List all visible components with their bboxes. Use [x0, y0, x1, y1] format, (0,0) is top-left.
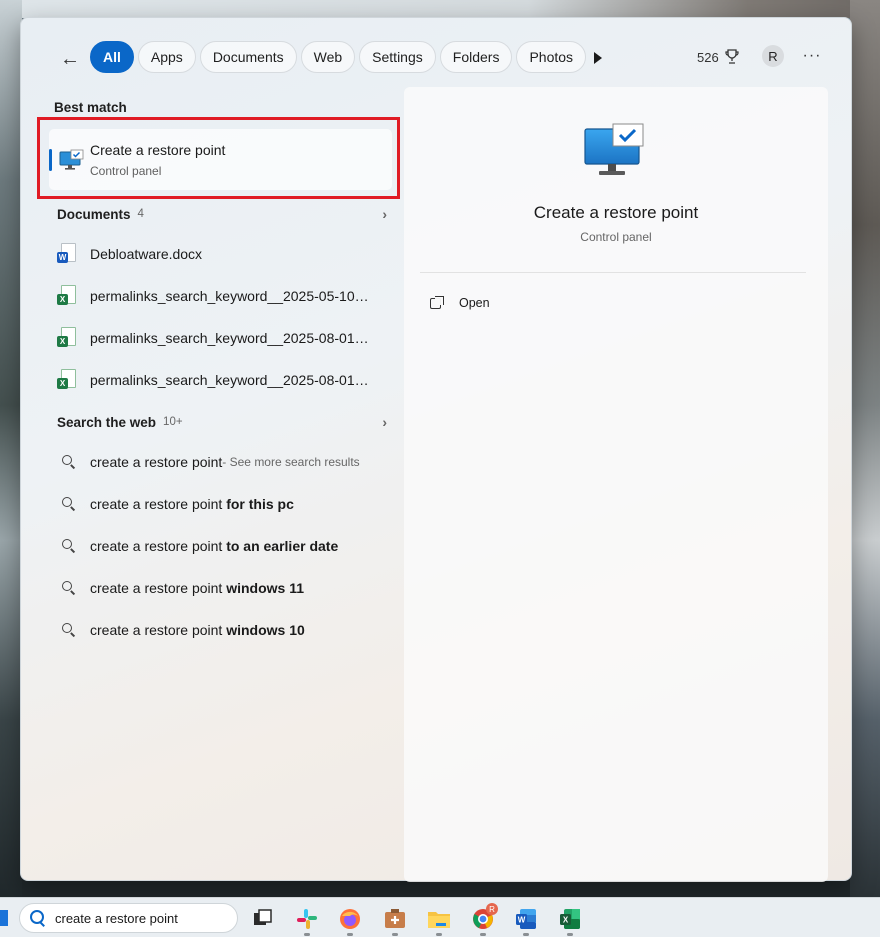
file-explorer-icon[interactable]: [427, 907, 451, 936]
desktop-wallpaper-top: [0, 0, 880, 18]
selection-accent: [49, 149, 52, 171]
restore-point-large-icon: [584, 123, 644, 175]
desktop-wallpaper-left: [0, 0, 22, 900]
excel-file-icon: X: [57, 285, 77, 307]
web-suggestion[interactable]: create a restore point for this pc: [61, 486, 391, 522]
best-match-subtitle: Control panel: [90, 164, 162, 178]
document-item[interactable]: X permalinks_search_keyword__2025-05-10_…: [57, 278, 387, 314]
suggestion-suffix: - See more search results: [222, 455, 360, 469]
chevron-right-icon: ›: [382, 414, 387, 430]
filter-tabs: All Apps Documents Web Settings Folders …: [90, 41, 587, 73]
document-name: permalinks_search_keyword__2025-05-10_2.…: [90, 288, 370, 304]
documents-count: 4: [137, 208, 144, 220]
tab-folders[interactable]: Folders: [439, 41, 513, 73]
document-name: permalinks_search_keyword__2025-08-01_2.…: [90, 330, 370, 346]
tab-documents[interactable]: Documents: [199, 41, 297, 73]
preview-subtitle: Control panel: [580, 230, 652, 244]
suggestion-completion: windows 11: [226, 580, 304, 596]
more-tabs-play-icon[interactable]: [587, 46, 609, 70]
search-web-section-header[interactable]: Search the web 10+ ›: [57, 412, 387, 432]
task-view-icon[interactable]: [250, 907, 274, 931]
best-match-item[interactable]: Create a restore point Control panel: [49, 129, 392, 190]
tab-photos[interactable]: Photos: [516, 41, 587, 73]
search-icon: [61, 580, 77, 596]
preview-pane: Create a restore point Control panel Ope…: [404, 87, 828, 882]
chrome-icon[interactable]: R: [471, 903, 498, 936]
excel-icon[interactable]: X: [558, 907, 582, 936]
search-icon: [61, 454, 77, 470]
document-item[interactable]: W Debloatware.docx: [57, 236, 387, 272]
taskbar-search-text: create a restore point: [55, 910, 178, 926]
tab-settings[interactable]: Settings: [359, 41, 436, 73]
search-web-count: 10+: [163, 416, 183, 428]
svg-text:X: X: [563, 916, 569, 925]
document-item[interactable]: X permalinks_search_keyword__2025-08-01_…: [57, 362, 387, 398]
tab-all[interactable]: All: [90, 41, 134, 73]
best-match-title: Create a restore point: [90, 142, 226, 158]
document-name: permalinks_search_keyword__2025-08-01_2.…: [90, 372, 370, 388]
suggestion-query: create a restore point: [90, 538, 223, 554]
trophy-icon: [725, 49, 739, 64]
open-action-label: Open: [459, 296, 490, 310]
more-options-icon[interactable]: ···: [801, 45, 823, 67]
chrome-profile-badge: R: [486, 903, 498, 915]
tab-apps[interactable]: Apps: [137, 41, 196, 73]
account-avatar[interactable]: R: [762, 45, 784, 67]
firefox-icon[interactable]: [338, 907, 362, 936]
tab-web[interactable]: Web: [300, 41, 356, 73]
best-match-label: Best match: [54, 100, 127, 115]
suggestion-query: create a restore point: [90, 580, 223, 596]
open-action[interactable]: Open: [430, 292, 490, 314]
svg-text:W: W: [518, 916, 526, 925]
suggestion-query: create a restore point: [90, 622, 223, 638]
rewards-points[interactable]: 526: [697, 49, 739, 65]
word-icon[interactable]: W: [514, 907, 538, 936]
document-item[interactable]: X permalinks_search_keyword__2025-08-01_…: [57, 320, 387, 356]
points-value: 526: [697, 49, 719, 65]
suggestion-query: create a restore point: [90, 454, 223, 470]
windows-start-icon[interactable]: [0, 910, 8, 926]
search-icon: [30, 910, 46, 926]
document-name: Debloatware.docx: [90, 246, 203, 262]
preview-title: Create a restore point: [533, 203, 699, 222]
suggestion-completion: windows 10: [226, 622, 305, 638]
web-suggestion[interactable]: create a restore point windows 11: [61, 570, 391, 606]
taskbar-search-box[interactable]: create a restore point: [19, 903, 238, 933]
search-icon: [61, 538, 77, 554]
documents-section-header[interactable]: Documents 4 ›: [57, 204, 387, 224]
slack-icon[interactable]: [295, 907, 319, 936]
web-suggestion[interactable]: create a restore point - See more search…: [61, 444, 391, 480]
search-web-label: Search the web: [57, 414, 157, 430]
chevron-right-icon: ›: [382, 206, 387, 222]
preview-divider: [420, 272, 806, 273]
desktop-wallpaper-right: [850, 0, 880, 900]
suggestion-completion: for this pc: [226, 496, 294, 512]
search-icon: [61, 622, 77, 638]
taskbar: create a restore point R W X: [0, 897, 880, 937]
documents-label: Documents: [57, 206, 131, 222]
web-suggestion[interactable]: create a restore point windows 10: [61, 612, 391, 648]
excel-file-icon: X: [57, 327, 77, 349]
back-arrow-icon[interactable]: ←: [57, 46, 83, 72]
excel-file-icon: X: [57, 369, 77, 391]
toolbox-app-icon[interactable]: [383, 907, 407, 936]
suggestion-query: create a restore point: [90, 496, 223, 512]
open-external-icon: [430, 296, 444, 310]
search-panel: ← All Apps Documents Web Settings Folder…: [20, 17, 852, 882]
search-icon: [61, 496, 77, 512]
restore-point-icon: [59, 149, 84, 170]
web-suggestion[interactable]: create a restore point to an earlier dat…: [61, 528, 391, 564]
word-file-icon: W: [57, 243, 77, 265]
suggestion-completion: to an earlier date: [226, 538, 339, 554]
